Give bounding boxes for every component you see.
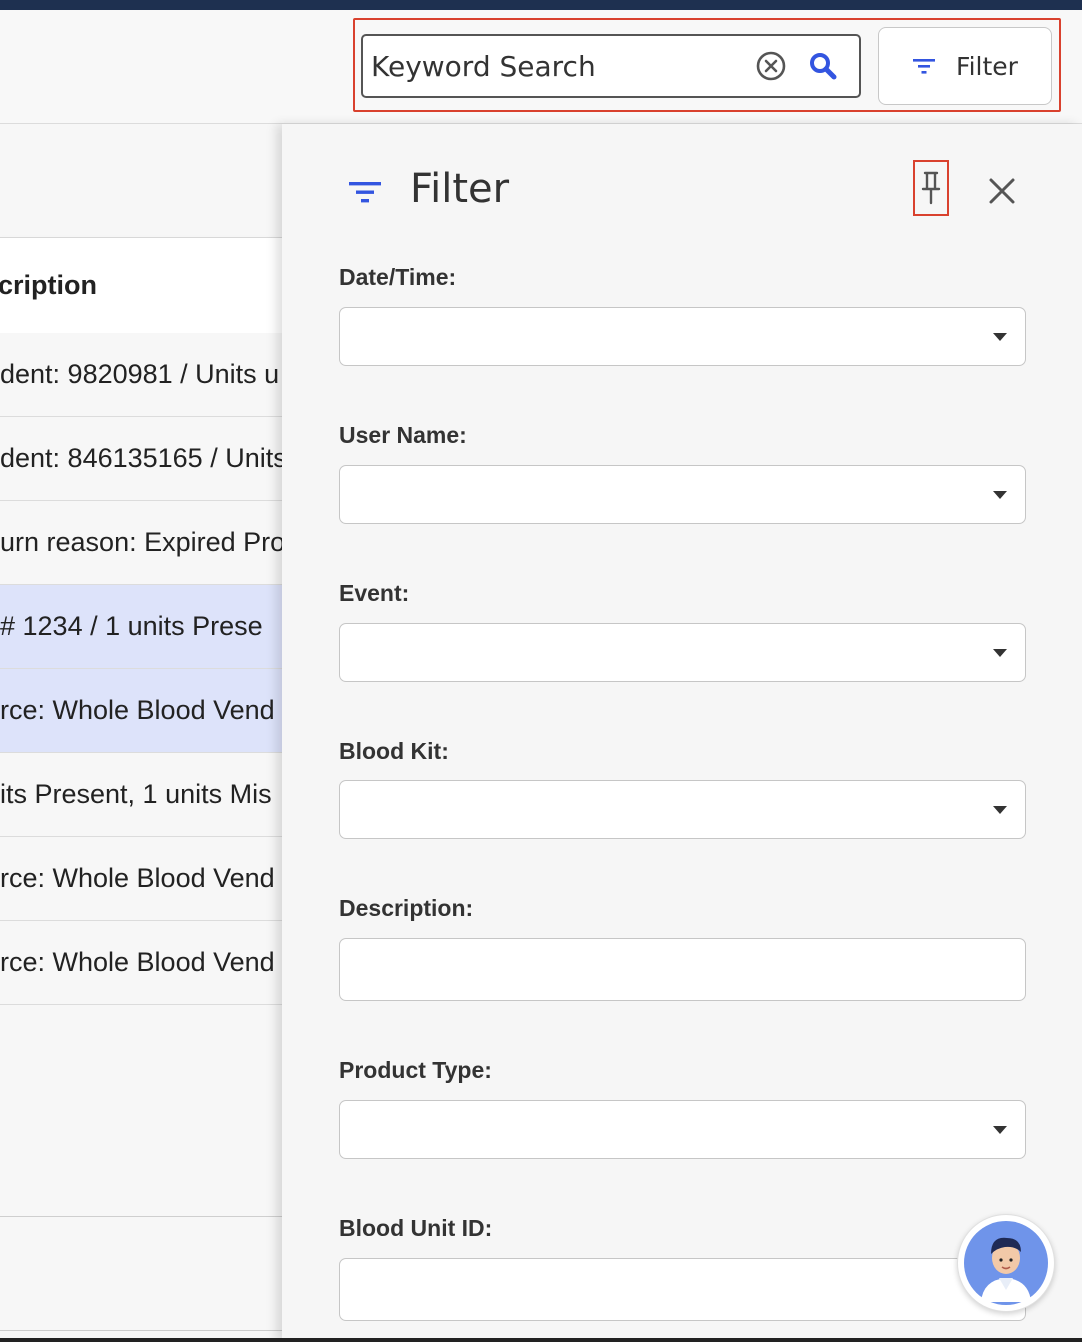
row-description: dent: 846135165 / Units [0,443,282,473]
pin-icon [921,171,941,205]
event-label: Event: [339,580,410,606]
producttype-label: Product Type: [339,1057,492,1083]
bottom-edge [0,1338,1082,1342]
description-input[interactable] [339,938,1026,1001]
datetime-label: Date/Time: [339,264,457,290]
bloodkit-select[interactable] [339,780,1026,839]
row-description: its Present, 1 units Mis [0,779,272,809]
table-row[interactable]: rce: Whole Blood Vend [0,669,282,753]
filter-panel: Filter Date/Time: User Name: Event: Bloo… [282,124,1082,1342]
chevron-down-icon [993,649,1007,657]
chevron-down-icon [993,1126,1007,1134]
row-description: rce: Whole Blood Vend [0,863,275,893]
top-window-strip [0,0,1082,10]
search-icon [810,53,837,80]
column-header-description[interactable]: cription [0,237,282,333]
event-select[interactable] [339,623,1026,682]
bloodunitid-label: Blood Unit ID: [339,1215,493,1241]
assistant-avatar-button[interactable] [957,1214,1055,1312]
close-icon [989,178,1015,204]
pin-panel-button[interactable] [913,160,949,216]
username-select[interactable] [339,465,1026,524]
row-description: rce: Whole Blood Vend [0,947,275,977]
table-row[interactable]: urn reason: Expired Pro [0,501,282,585]
divider [0,1330,282,1331]
table-row[interactable]: # 1234 / 1 units Prese [0,585,282,669]
chevron-down-icon [993,806,1007,814]
clear-search-button[interactable] [753,48,789,84]
table-row[interactable]: dent: 846135165 / Units [0,417,282,501]
description-label: Description: [339,895,474,921]
username-label: User Name: [339,422,467,448]
chevron-down-icon [993,333,1007,341]
table-row[interactable]: its Present, 1 units Mis [0,753,282,837]
datetime-select[interactable] [339,307,1026,366]
table-row[interactable]: dent: 9820981 / Units u [0,333,282,417]
filter-button[interactable]: Filter [878,27,1052,105]
keyword-search-box[interactable] [361,34,861,98]
row-description: # 1234 / 1 units Prese [0,611,263,641]
bloodunitid-input[interactable] [339,1258,1026,1321]
panel-title: Filter [410,166,510,212]
column-header-label: cription [0,270,97,300]
row-description: rce: Whole Blood Vend [0,695,275,725]
search-button[interactable] [805,48,841,84]
filter-icon [349,182,381,203]
filter-icon [913,59,936,74]
table-body: dent: 9820981 / Units u dent: 846135165 /… [0,333,282,1005]
row-description: dent: 9820981 / Units u [0,359,280,389]
table-row[interactable]: rce: Whole Blood Vend [0,837,282,921]
table-row[interactable]: rce: Whole Blood Vend [0,921,282,1005]
toolbar: Filter [0,10,1082,124]
row-description: urn reason: Expired Pro [0,527,282,557]
filter-button-label: Filter [956,51,1018,81]
assistant-avatar-icon [964,1221,1048,1305]
audit-table: cription dent: 9820981 / Units u dent: 84… [0,237,282,1217]
clear-icon [756,51,786,81]
bloodkit-label: Blood Kit: [339,738,449,764]
close-panel-button[interactable] [985,174,1019,208]
producttype-select[interactable] [339,1100,1026,1159]
chevron-down-icon [993,491,1007,499]
search-input[interactable] [363,36,753,96]
